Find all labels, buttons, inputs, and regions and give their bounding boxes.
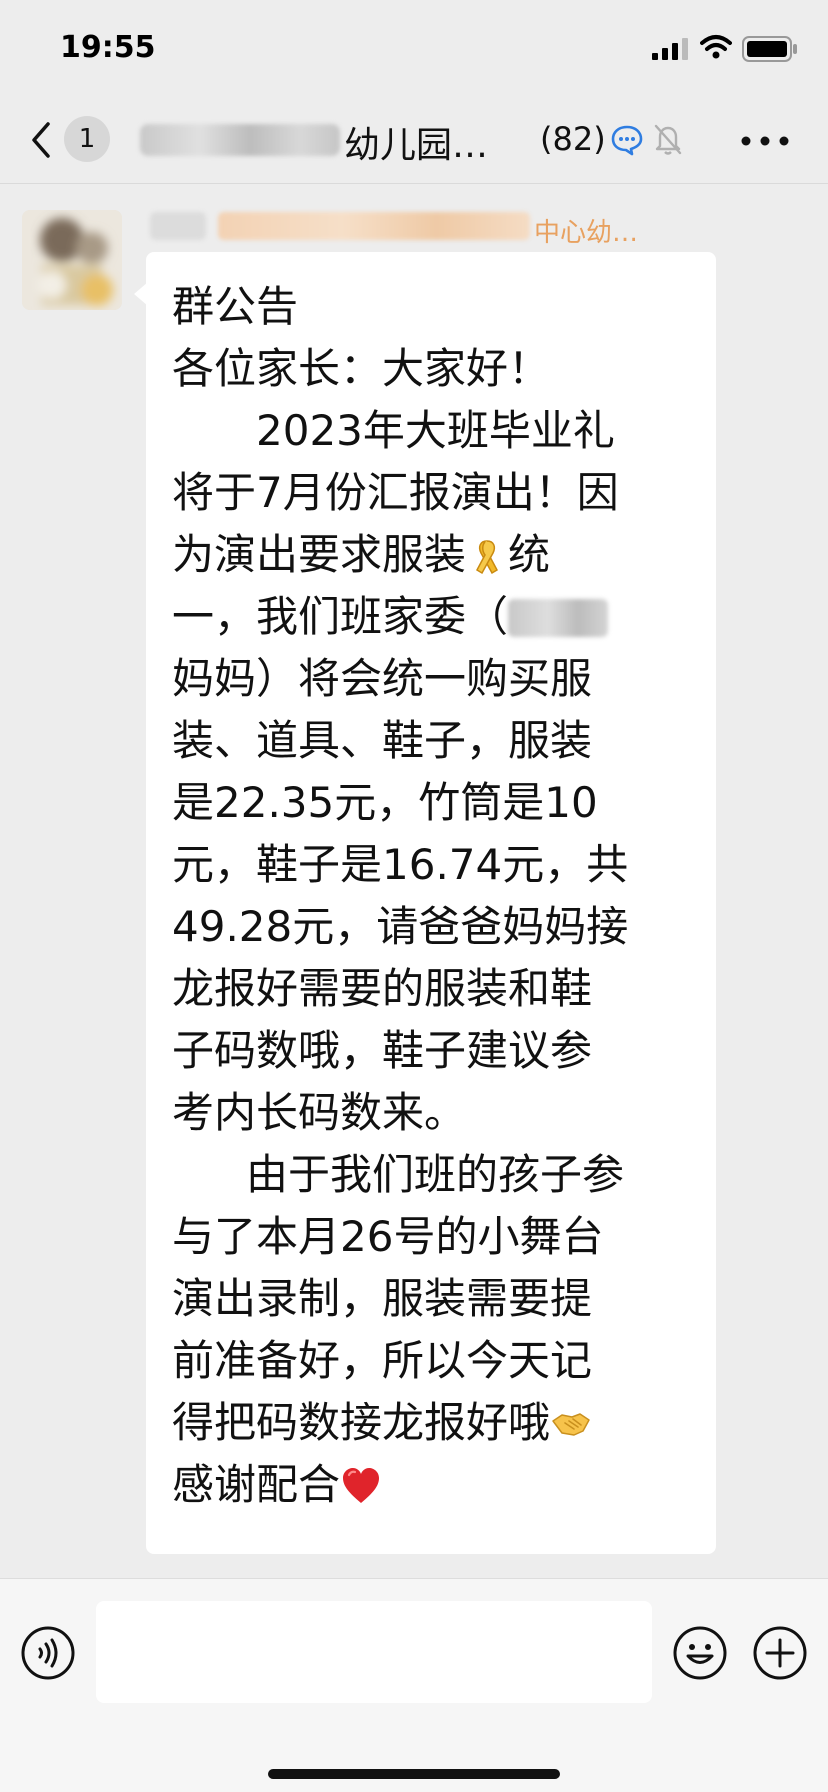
chat-header: 1 幼儿园… (82) <box>0 96 828 184</box>
message-line: 感谢配合 <box>172 1454 702 1516</box>
message-line: 与了本月26号的小舞台 <box>172 1212 604 1261</box>
message-input[interactable] <box>96 1601 652 1703</box>
status-time: 19:55 <box>60 30 156 65</box>
message-line: 妈妈）将会统一购买服 <box>172 654 593 703</box>
message-line: 一，我们班家委（ <box>172 586 702 648</box>
red-heart-icon <box>343 1468 380 1503</box>
message-line: 群公告 <box>172 282 299 331</box>
message-line: 由于我们班的孩子参 <box>246 1150 625 1199</box>
voice-input-icon[interactable] <box>20 1625 76 1681</box>
handshake-icon <box>552 1413 590 1436</box>
message-line: 龙报好需要的服装和鞋 <box>172 964 593 1013</box>
message-line: 各位家长：大家好！ <box>172 344 551 393</box>
status-bar: 19:55 <box>0 0 828 96</box>
more-options-button[interactable] <box>740 122 790 158</box>
mute-bell-icon <box>654 124 682 155</box>
sender-name: 中心幼… <box>534 218 639 248</box>
message-line: 前准备好，所以今天记 <box>172 1336 593 1385</box>
message-bubble[interactable]: 群公告 各位家长：大家好！ 2023年大班毕业礼 将于7月份汇报演出！因 为演出… <box>146 252 716 1554</box>
back-button[interactable]: 1 <box>22 106 122 172</box>
member-count: (82) <box>540 120 606 158</box>
message-line: 将于7月份汇报演出！因 <box>172 468 619 517</box>
wifi-icon <box>700 35 732 59</box>
home-indicator[interactable] <box>268 1769 560 1779</box>
unread-count-badge: 1 <box>64 116 110 162</box>
blurred-parent-name <box>508 599 609 637</box>
message-line: 2023年大班毕业礼 <box>256 406 615 455</box>
message-line: 为演出要求服装 统 <box>172 530 551 579</box>
plus-icon[interactable] <box>752 1625 808 1681</box>
avatar-image-icon <box>22 210 122 310</box>
message-line: 考内长码数来。 <box>172 1088 467 1137</box>
message-line: 元，鞋子是16.74元，共 <box>172 840 629 889</box>
message-line: 49.28元，请爸爸妈妈接 <box>172 902 629 951</box>
yellow-ribbon-icon <box>476 540 499 575</box>
blurred-sender-prefix <box>150 212 206 240</box>
blurred-sender-name <box>218 212 530 240</box>
message-text: 群公告 各位家长：大家好！ 2023年大班毕业礼 将于7月份汇报演出！因 为演出… <box>172 276 702 1516</box>
chat-bubble-icon <box>611 125 643 156</box>
message-line: 是22.35元，竹筒是10 <box>172 778 598 827</box>
group-title[interactable]: 幼儿园… <box>344 116 488 168</box>
message-line: 得把码数接龙报好哦 <box>172 1392 702 1454</box>
message-line: 演出录制，服装需要提 <box>172 1274 593 1323</box>
battery-icon <box>742 36 797 62</box>
signal-icon <box>652 38 688 60</box>
emoji-face-icon[interactable] <box>672 1625 728 1681</box>
more-dots-icon <box>741 136 789 146</box>
message-line: 子码数哦，鞋子建议参 <box>172 1026 593 1075</box>
sender-avatar[interactable] <box>22 210 122 310</box>
message-line: 装、道具、鞋子，服装 <box>172 716 593 765</box>
back-chevron-icon <box>32 122 50 158</box>
input-bar <box>0 1578 828 1792</box>
blurred-group-name <box>140 124 340 156</box>
